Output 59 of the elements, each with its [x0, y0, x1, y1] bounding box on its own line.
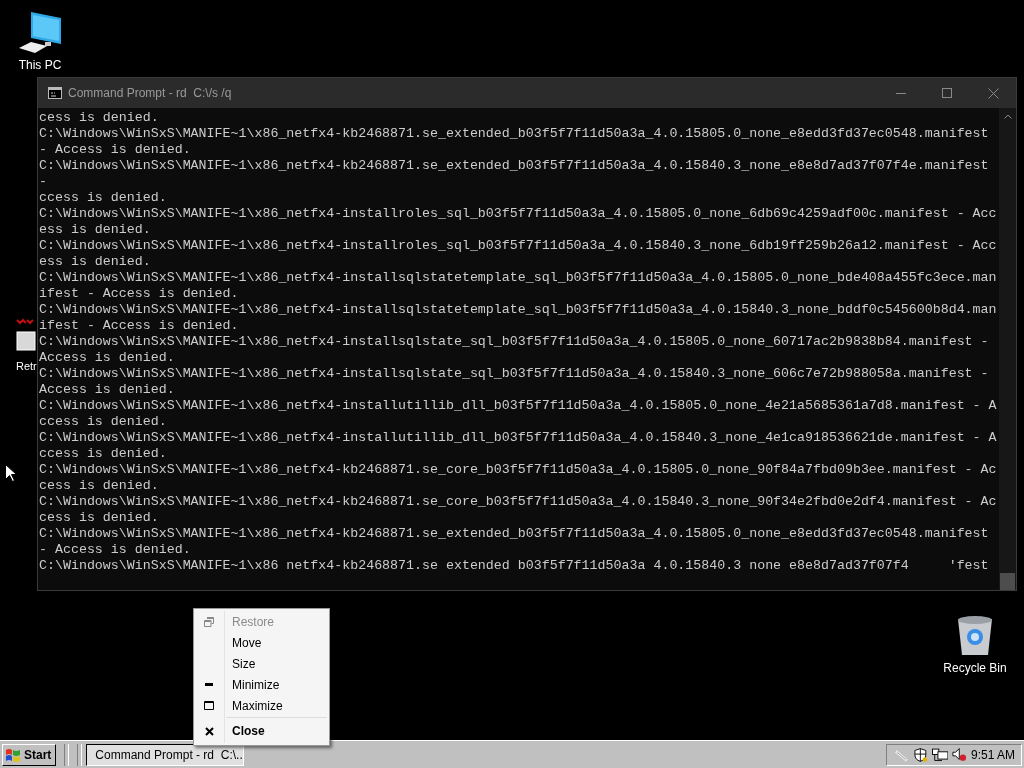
console-line: C:\Windows\WinSxS\MANIFE~1\x86_netfx4-kb2468871.se_extended_b03f5f7f11d50a3a_4.0.15840.3_none_e8e8d7ad37f07f4e.manifest [39, 158, 989, 174]
taskbar-button[interactable]: Command Prompt - rd C:\... [86, 743, 245, 766]
mouse-pointer-icon [5, 464, 16, 482]
maximize-icon [204, 701, 214, 710]
console-line: C:\Windows\WinSxS\MANIFE~1\x86_netfx4-kb2468871.se_extended_b03f5f7f11d50a3a_4.0.15805.0_none_e8edd3fd37ec0548.manifest [39, 126, 989, 142]
console-line: C:\Windows\WinSxS\MANIFE~1\x86_netfx4-kb2468871.se_extended_b03f5f7f11d50a3a_4.0.15805.0_none_e8edd3fd37ec0548.manifest [39, 526, 989, 542]
icon-label: This PC [18, 58, 62, 72]
console-line: C:\Windows\WinSxS\MANIFE~1\x86_netfx4-installroles_sql_b03f5f7f11d50a3a_4.0.15840.3_none_6db19ff259b26a12.manifest - Acc [39, 238, 997, 254]
console-line: cess is denied. [39, 510, 159, 526]
console-line: ifest - Access is denied. [39, 318, 239, 334]
console-line: C:\Windows\WinSxS\MANIFE~1\x86_netfx4-kb2468871.se_core_b03f5f7f11d50a3a_4.0.15805.0_none_90f84a7fbd09b3ee.manifest - Ac [39, 462, 997, 478]
console-line: ccess is denied. [39, 414, 167, 430]
close-icon [204, 726, 214, 736]
console-line: Access is denied. [39, 382, 175, 398]
shield-icon[interactable] [913, 746, 929, 763]
icon-label: Recycle Bin [943, 661, 1007, 675]
console-line: C:\Windows\WinSxS\MANIFE~1\x86_netfx4-installsqlstate_sql_b03f5f7f11d50a3a_4.0.15840.3_none_606c7e72b988058a.manifest - [39, 366, 989, 382]
scroll-up-icon[interactable] [1003, 114, 1012, 119]
console-line: ifest - Access is denied. [39, 286, 239, 302]
app-icon[interactable] [16, 318, 36, 352]
console-line: cess is denied. [39, 478, 159, 494]
menu-item[interactable]: Close [194, 719, 329, 743]
close-icon [987, 87, 999, 99]
console-line: ess is denied. [39, 222, 151, 238]
console-line: C:\Windows\WinSxS\MANIFE~1\x86_netfx4-installutillib_dll_b03f5f7f11d50a3a_4.0.15805.0_none_4e21a5685361a7d8.manifest - A [39, 398, 997, 414]
menu-item[interactable]: Move [194, 632, 329, 653]
windows-flag-icon [5, 747, 21, 762]
console-line: ess is denied. [39, 254, 151, 270]
start-button[interactable]: Start [2, 743, 57, 766]
console-line: ccess is denied. [39, 190, 167, 206]
menu-item[interactable]: Maximize [194, 695, 329, 716]
menu-item[interactable]: Size [194, 653, 329, 674]
window-title: Command Prompt - rd C:\/s /q [68, 86, 233, 100]
computer-icon[interactable] [17, 10, 63, 54]
console-line: - Access is denied. [39, 542, 191, 558]
minimize-icon [896, 92, 906, 94]
speaker-icon[interactable] [952, 747, 967, 762]
scrollbar[interactable] [999, 108, 1016, 590]
console-line: ccess is denied. [39, 446, 167, 462]
console-line: - [39, 174, 47, 190]
console-line: C:\Windows\WinSxS\MANIFE~1\x86_netfx4-installsqlstatetemplate_sql_b03f5f7f11d50a3a_4.0.15805.0_none_bde408a455fc3ece.man [39, 270, 997, 286]
console-line: C:\Windows\WinSxS\MANIFE~1\x86_netfx4-installutillib_dll_b03f5f7f11d50a3a_4.0.15840.3_none_4e1ca918536621de.manifest - A [39, 430, 997, 446]
console-line: cess is denied. [39, 110, 159, 126]
restore-icon [204, 616, 214, 627]
console-line: C:\Windows\WinSxS\MANIFE~1\x86_netfx4-installroles_sql_b03f5f7f11d50a3a_4.0.15805.0_none_6db69c4259adf00c.manifest - Acc [39, 206, 997, 222]
scroll-thumb[interactable] [1000, 573, 1015, 590]
network-icon[interactable] [932, 747, 949, 762]
minimize-icon [205, 683, 213, 686]
console-icon[interactable] [48, 87, 62, 99]
console-line: C:\Windows\WinSxS\MANIFE~1\x86 netfx4-kb2468871.se extended b03f5f7f11d50a3a 4.0.15840.3 none e8e8d7ad37f07f4 'fest [39, 558, 989, 574]
console-line: Access is denied. [39, 350, 175, 366]
maximize-icon [942, 88, 952, 98]
console-line: C:\Windows\WinSxS\MANIFE~1\x86_netfx4-kb2468871.se_core_b03f5f7f11d50a3a_4.0.15840.3_none_90f34e2fbd0e2df4.manifest - Ac [39, 494, 997, 510]
console-line: - Access is denied. [39, 142, 191, 158]
clock[interactable]: 9:51 AM [970, 747, 1015, 762]
icon-label: Retr [16, 360, 37, 372]
console-line: C:\Windows\WinSxS\MANIFE~1\x86_netfx4-installsqlstate_sql_b03f5f7f11d50a3a_4.0.15805.0_none_60717ac2b9838b84.manifest - [39, 334, 989, 350]
menu-item[interactable]: Minimize [194, 674, 329, 695]
console-line: C:\Windows\WinSxS\MANIFE~1\x86_netfx4-installsqlstatetemplate_sql_b03f5f7f11d50a3a_4.0.15840.3_none_bddf0c545600b8d4.man [39, 302, 997, 318]
